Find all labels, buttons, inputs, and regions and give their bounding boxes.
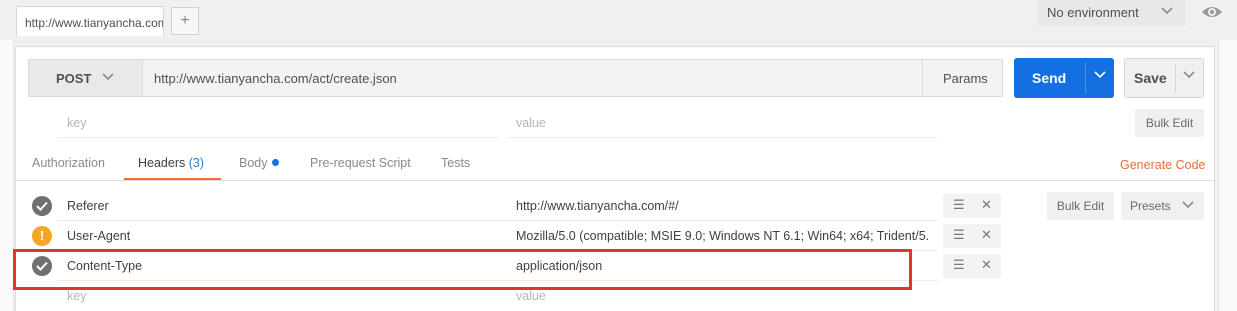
header-key[interactable]: User-Agent [67, 229, 130, 243]
highlight-box [13, 249, 912, 290]
header-enabled-checkbox[interactable] [32, 196, 52, 216]
header-row-actions: ☰ ✕ [943, 254, 1001, 278]
headers-bulk-edit-button[interactable]: Bulk Edit [1047, 192, 1114, 220]
chevron-down-icon [1160, 3, 1174, 20]
send-divider [1085, 63, 1086, 93]
drag-handle-icon[interactable]: ☰ [953, 197, 965, 213]
close-icon[interactable]: ✕ [981, 227, 992, 243]
tab-body[interactable]: Body [239, 156, 279, 170]
plus-icon: + [180, 12, 190, 29]
chevron-down-icon[interactable] [1182, 67, 1196, 84]
left-gutter [0, 40, 14, 311]
right-gutter [1218, 40, 1237, 311]
new-tab-button[interactable]: + [171, 7, 199, 35]
header-row-actions: ☰ ✕ [943, 194, 1001, 218]
check-icon [36, 201, 48, 211]
method-label: POST [56, 71, 92, 86]
header-value[interactable]: http://www.tianyancha.com/#/ [516, 199, 679, 213]
request-tab[interactable]: http://www.tianyancha.com [16, 6, 164, 36]
save-label: Save [1134, 70, 1167, 86]
header-row-actions: ☰ ✕ [943, 224, 1001, 248]
headers-count-badge: (3) [188, 156, 205, 170]
drag-handle-icon[interactable]: ☰ [953, 257, 965, 273]
chevron-down-icon [101, 69, 115, 86]
send-button[interactable]: Send [1014, 58, 1114, 98]
params-button[interactable]: Params [922, 59, 1003, 97]
method-select[interactable]: POST [28, 59, 143, 97]
environment-select[interactable]: No environment [1037, 0, 1186, 26]
header-key[interactable]: Referer [67, 199, 109, 213]
send-label: Send [1032, 70, 1067, 86]
presets-dropdown[interactable]: Presets [1121, 192, 1204, 220]
chevron-down-icon[interactable] [1093, 67, 1107, 84]
tab-prerequest-script[interactable]: Pre-request Script [310, 156, 411, 170]
drag-handle-icon[interactable]: ☰ [953, 227, 965, 243]
tab-body-label: Body [239, 156, 268, 170]
new-header-value-field[interactable]: value [516, 289, 546, 303]
row-divider [58, 220, 938, 221]
param-key-underline [58, 137, 498, 138]
close-icon[interactable]: ✕ [981, 197, 992, 213]
save-button[interactable]: Save [1124, 58, 1204, 98]
tab-tests[interactable]: Tests [441, 156, 470, 170]
param-value-field[interactable]: value [516, 116, 546, 130]
warning-icon[interactable]: ! [32, 226, 52, 246]
tab-authorization[interactable]: Authorization [32, 156, 105, 170]
close-icon[interactable]: ✕ [981, 257, 992, 273]
tab-headers-label: Headers [138, 156, 186, 170]
body-indicator-dot [271, 159, 279, 166]
param-value-underline [507, 137, 937, 138]
param-key-field[interactable]: key [67, 116, 86, 130]
new-header-key-field[interactable]: key [67, 289, 86, 303]
tabs-divider [16, 180, 1214, 181]
params-bulk-edit-button[interactable]: Bulk Edit [1135, 109, 1204, 137]
header-value[interactable]: Mozilla/5.0 (compatible; MSIE 9.0; Windo… [516, 229, 936, 243]
eye-icon[interactable] [1194, 0, 1230, 26]
generate-code-link[interactable]: Generate Code [1120, 158, 1205, 172]
chevron-down-icon [1181, 197, 1195, 214]
save-divider [1175, 64, 1176, 92]
environment-label: No environment [1047, 5, 1139, 20]
url-input[interactable]: http://www.tianyancha.com/act/create.jso… [154, 71, 397, 86]
tab-headers[interactable]: Headers (3) [138, 156, 204, 170]
presets-label: Presets [1130, 199, 1171, 213]
